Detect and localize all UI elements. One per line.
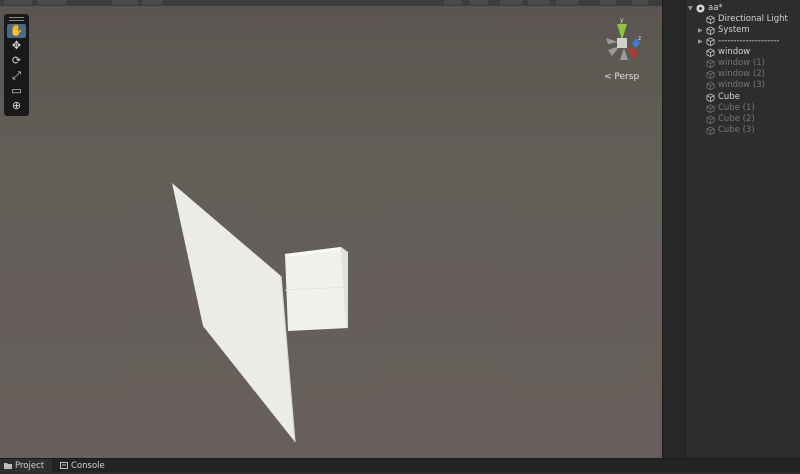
hierarchy-item-label: System [718,25,750,35]
hierarchy-scene-row[interactable]: ▼ aa* [663,3,800,14]
hierarchy-item[interactable]: Cube [663,92,800,103]
gameobject-cube-icon [706,104,715,113]
toolbar-button[interactable] [38,0,66,5]
bottom-tab-bar: Project Console [0,458,800,472]
hierarchy-item[interactable]: window (1) [663,58,800,69]
scene-viewport[interactable]: ✋ ✥ ⟳ ⤢ ▭ ⊕ y z < Persp [0,6,662,458]
hierarchy-panel: ▼ aa* Directional Light ▶ System ▶ -----… [662,0,800,458]
move-tool-icon[interactable]: ✥ [7,39,26,53]
gameobject-cube-icon [706,93,715,102]
hierarchy-item-label: window (3) [718,80,765,90]
hierarchy-item-label: Cube [718,92,740,102]
gizmo-y-label: y [620,17,624,24]
scene-objects[interactable] [0,6,662,458]
hierarchy-item-label: -------------------- [718,36,780,46]
expand-arrow-icon[interactable]: ▶ [698,36,703,47]
tool-palette: ✋ ✥ ⟳ ⤢ ▭ ⊕ [4,14,29,116]
expand-arrow-icon[interactable]: ▶ [698,25,703,36]
hierarchy-item-label: Cube (1) [718,103,755,113]
hierarchy-item-label: Cube (3) [718,125,755,135]
hand-tool-icon[interactable]: ✋ [7,24,26,38]
gameobject-cube-icon [706,115,715,124]
hierarchy-item[interactable]: window (2) [663,69,800,80]
gizmo-z-label: z [638,35,641,42]
hierarchy-item[interactable]: ▶ System [663,25,800,36]
gameobject-cube-icon [706,70,715,79]
tab-project[interactable]: Project [0,459,52,472]
hierarchy-item-label: window (1) [718,58,765,68]
rect-tool-icon[interactable]: ▭ [7,84,26,98]
gameobject-cube-icon [706,26,715,35]
toolbar-button[interactable] [4,0,32,5]
tab-project-label: Project [15,461,45,471]
hierarchy-item[interactable]: Cube (2) [663,114,800,125]
gameobject-cube-icon [706,126,715,135]
hierarchy-item[interactable]: ▶ -------------------- [663,36,800,47]
scene-name: aa* [708,3,723,13]
gameobject-cube-icon [706,15,715,24]
tab-console-label: Console [71,461,105,471]
tab-console[interactable]: Console [56,459,110,472]
transform-tool-icon[interactable]: ⊕ [7,99,26,113]
window-plane[interactable] [172,183,295,442]
gameobject-cube-icon [706,37,715,46]
expand-arrow-icon[interactable]: ▼ [688,3,693,14]
hierarchy-item[interactable]: window (3) [663,80,800,91]
hierarchy-item[interactable]: Directional Light [663,14,800,25]
console-icon [60,462,68,469]
unity-scene-icon [696,4,705,13]
folder-icon [4,463,12,469]
projection-label[interactable]: < Persp [604,72,639,82]
hierarchy-item-label: Directional Light [718,14,788,24]
toolbar-button[interactable] [528,0,550,5]
hierarchy-item[interactable]: window [663,47,800,58]
toolbar-button[interactable] [632,0,648,5]
toolbar-button[interactable] [444,0,462,5]
toolbar-button[interactable] [500,0,522,5]
toolbar-button[interactable] [142,0,162,5]
toolbar-button[interactable] [112,0,138,5]
rotate-tool-icon[interactable]: ⟳ [7,54,26,68]
hierarchy-item[interactable]: Cube (1) [663,103,800,114]
toolbar-button[interactable] [600,0,616,5]
hierarchy-item[interactable]: Cube (3) [663,125,800,136]
orientation-gizmo-icon[interactable]: y z [596,16,648,72]
toolbar-button[interactable] [470,0,488,5]
hierarchy-item-label: window (2) [718,69,765,79]
gameobject-cube-icon [706,81,715,90]
gameobject-cube-icon [706,59,715,68]
drag-handle-icon[interactable] [9,17,24,21]
toolbar-button[interactable] [556,0,578,5]
gameobject-cube-icon [706,48,715,57]
scale-tool-icon[interactable]: ⤢ [7,69,26,83]
hierarchy-item-label: window [718,47,751,57]
cube-object[interactable] [285,247,348,331]
hierarchy-item-label: Cube (2) [718,114,755,124]
